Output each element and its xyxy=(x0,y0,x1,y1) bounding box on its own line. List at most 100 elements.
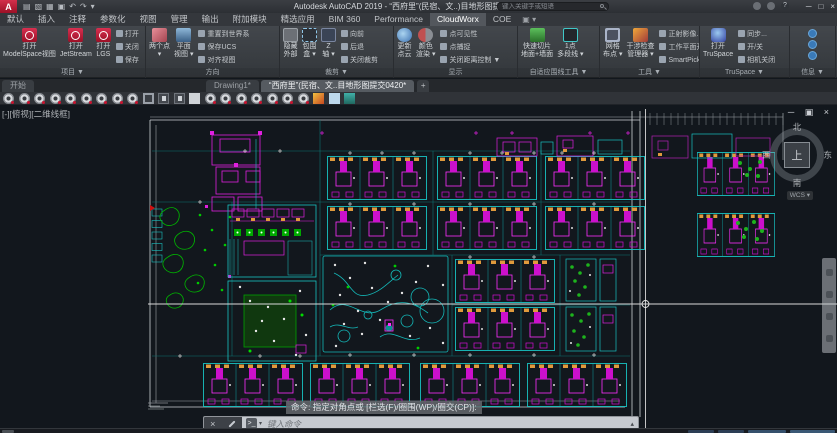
info-icon[interactable] xyxy=(808,29,817,38)
cloudworx-icon[interactable] xyxy=(298,93,309,104)
cube-icon[interactable] xyxy=(344,93,355,104)
cloudworx-icon[interactable] xyxy=(127,93,138,104)
plot-icon[interactable]: ▣ xyxy=(58,2,66,11)
ribbon-overflow-icon[interactable]: ▣ ▾ xyxy=(522,13,536,26)
cloudworx-icon[interactable] xyxy=(19,93,30,104)
new-tab-button[interactable]: + xyxy=(417,80,429,92)
viewcube[interactable]: 上 北 南 西 东 xyxy=(765,123,829,187)
autocad-logo-icon[interactable]: A xyxy=(0,0,17,13)
search-icon[interactable] xyxy=(600,4,604,8)
ribbon-tab-COE[interactable]: COE xyxy=(486,13,518,26)
ribbon-button[interactable]: 包围盒 ▾ xyxy=(300,27,319,59)
ribbon-tab-注释[interactable]: 注释 xyxy=(62,13,93,26)
ribbon-button[interactable]: 颜色渲染 ▾ xyxy=(414,27,437,59)
ribbon-panel-title[interactable]: 信息 ▼ xyxy=(790,68,835,78)
viewcube-south[interactable]: 南 xyxy=(793,177,802,189)
pan-icon[interactable] xyxy=(826,269,833,276)
ribbon-tab-BIM 360[interactable]: BIM 360 xyxy=(322,13,368,26)
ribbon-button[interactable]: 网格布点 ▾ xyxy=(601,27,624,59)
file-tab-1[interactable]: Drawing1* xyxy=(206,80,259,92)
ribbon-tab-默认[interactable]: 默认 xyxy=(0,13,31,26)
ribbon-button[interactable]: 干涉检查管理器 ▾ xyxy=(624,27,656,59)
ribbon-small-button[interactable]: 工作平面开/关 xyxy=(659,40,700,53)
navigation-bar[interactable] xyxy=(822,258,836,353)
wcs-dropdown[interactable]: WCS ▾ xyxy=(787,191,813,200)
help-icon[interactable]: ? xyxy=(781,2,789,10)
viewcube-east[interactable]: 东 xyxy=(823,149,832,161)
ribbon-panel-title[interactable]: 显示 xyxy=(394,68,517,78)
ribbon-small-button[interactable]: 同步... xyxy=(738,27,775,40)
ribbon-small-button[interactable]: 关闭 xyxy=(116,40,139,53)
cloudworx-icon[interactable] xyxy=(251,93,262,104)
ribbon-button[interactable]: 隐藏外部 xyxy=(281,27,300,59)
ribbon-small-button[interactable]: 正射影像... xyxy=(659,27,700,40)
ribbon-small-button[interactable]: 点可见性 xyxy=(440,27,500,40)
ribbon-button[interactable]: 打开JetStream xyxy=(58,27,94,59)
cloudworx-icon[interactable] xyxy=(34,93,45,104)
ribbon-small-button[interactable]: SmartPick视图 xyxy=(659,53,700,66)
ribbon-panel-title[interactable]: 方向 xyxy=(146,68,279,78)
viewcube-north[interactable]: 北 xyxy=(793,121,802,133)
command-expand-icon[interactable]: ▴ xyxy=(630,420,634,428)
cloudworx-icon[interactable] xyxy=(236,93,247,104)
cloudworx-icon[interactable] xyxy=(112,93,123,104)
info-icon[interactable] xyxy=(808,40,817,49)
ribbon-button[interactable]: 更新点云 xyxy=(395,27,414,59)
viewport-label[interactable]: [-][俯视][二维线框] xyxy=(2,108,70,120)
cart-icon[interactable] xyxy=(767,2,775,10)
zoom-icon[interactable] xyxy=(826,291,833,298)
ribbon-button[interactable]: 打开ModelSpace视图 xyxy=(1,27,58,59)
ribbon-tab-CloudWorx[interactable]: CloudWorx xyxy=(430,13,486,26)
cloudworx-icon[interactable] xyxy=(3,93,14,104)
viewcube-west[interactable]: 西 xyxy=(762,149,771,161)
ribbon-tab-管理[interactable]: 管理 xyxy=(164,13,195,26)
ribbon-tab-参数化[interactable]: 参数化 xyxy=(93,13,133,26)
drawing-area[interactable]: [-][俯视][二维线框] ─ ▣ × 上 北 南 西 东 WCS ▾ 命令: … xyxy=(0,105,837,433)
save-icon[interactable]: ▦ xyxy=(46,2,54,11)
undo-icon[interactable]: ↶ xyxy=(69,2,76,11)
ribbon-tab-视图[interactable]: 视图 xyxy=(133,13,164,26)
ribbon-panel-title[interactable]: 自适应围线工具 ▼ xyxy=(518,68,599,78)
open-file-icon[interactable]: ▧ xyxy=(35,2,43,11)
ribbon-panel-title[interactable]: 项目 ▼ xyxy=(0,68,145,78)
viewport-window-controls[interactable]: ─ ▣ × xyxy=(788,107,833,118)
palette-icon[interactable] xyxy=(313,93,324,104)
minimize-button[interactable]: ─ xyxy=(806,0,812,13)
ribbon-small-button[interactable]: 打开 xyxy=(116,27,139,40)
cloudworx-icon[interactable] xyxy=(220,93,231,104)
ribbon-button[interactable]: 1点多段线 ▾ xyxy=(555,27,585,59)
ribbon-small-button[interactable]: 对齐视图 xyxy=(198,53,249,66)
ribbon-panel-title[interactable]: 工具 ▼ xyxy=(600,68,699,78)
ribbon-tab-Performance[interactable]: Performance xyxy=(367,13,430,26)
steering-wheel-icon[interactable] xyxy=(826,335,833,342)
grid-icon[interactable] xyxy=(143,93,154,104)
orbit-icon[interactable] xyxy=(826,313,833,320)
ribbon-tab-精选应用[interactable]: 精选应用 xyxy=(274,13,322,26)
redo-icon[interactable]: ↷ xyxy=(80,2,87,11)
ribbon-tab-附加模块[interactable]: 附加模块 xyxy=(226,13,274,26)
ribbon-small-button[interactable]: 重置到世界系 xyxy=(198,27,249,40)
cloudworx-icon[interactable] xyxy=(65,93,76,104)
ribbon-tab-插入[interactable]: 插入 xyxy=(31,13,62,26)
ribbon-button[interactable]: Z轴 ▾ xyxy=(319,27,338,59)
signin-person-icon[interactable] xyxy=(753,2,761,10)
ribbon-small-button[interactable]: 开/关 xyxy=(738,40,775,53)
lock-icon[interactable] xyxy=(174,93,185,104)
command-dropdown-icon[interactable]: ▾ xyxy=(259,420,262,427)
cad-drawing[interactable] xyxy=(0,105,837,433)
info-icon[interactable] xyxy=(808,51,817,60)
command-customize-icon[interactable] xyxy=(228,420,235,427)
cloudworx-icon[interactable] xyxy=(50,93,61,104)
ribbon-small-button[interactable]: 关闭裁剪 xyxy=(341,53,378,66)
ribbon-panel-title[interactable]: 裁剪 ▼ xyxy=(280,68,393,78)
ribbon-button[interactable]: 平面视图 ▾ xyxy=(172,27,195,59)
cloudworx-icon[interactable] xyxy=(96,93,107,104)
file-tab-2[interactable]: “西府里”(民宿、文..目地形图提交0420* xyxy=(261,80,414,92)
square-icon[interactable] xyxy=(189,93,200,104)
file-tab-0[interactable]: 开始 xyxy=(2,80,34,92)
ribbon-small-button[interactable]: 保存 xyxy=(116,53,139,66)
ribbon-small-button[interactable]: 点捕捉 xyxy=(440,40,500,53)
snowflake-icon[interactable] xyxy=(329,93,340,104)
ribbon-button[interactable]: 打开TruSpace xyxy=(701,27,735,59)
ribbon-tab-输出[interactable]: 输出 xyxy=(195,13,226,26)
